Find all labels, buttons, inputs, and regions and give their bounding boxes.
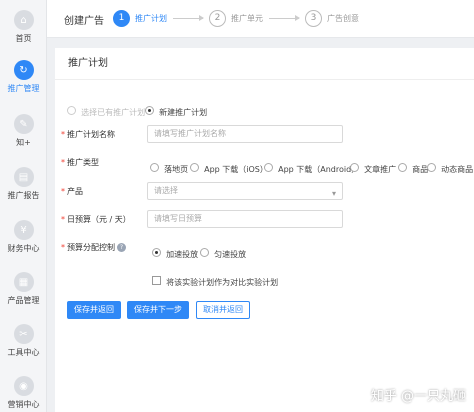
radio-label: 商品	[412, 165, 429, 174]
tools-icon: ✂	[13, 324, 34, 344]
radio-pacing-accelerated[interactable]: 加速投放	[152, 242, 198, 261]
topbar: 创建广告 1 推广计划 2 推广单元 3 广告创意	[47, 0, 474, 38]
radio-label: 匀速投放	[214, 250, 247, 259]
radio-label: App 下载（iOS）	[204, 165, 268, 174]
sidebar-item-label: 产品管理	[7, 296, 40, 305]
cancel-and-back-button[interactable]: 取消并返回	[196, 301, 250, 319]
sidebar: ⌂ 首页 ↻ 推广管理 ✎ 知+ ▤ 推广报告 ¥ 财务中心 ▦ 产品管理 ✂ …	[0, 0, 47, 412]
sidebar-item-label: 首页	[15, 34, 32, 43]
radio-pacing-even[interactable]: 匀速投放	[200, 242, 246, 261]
sidebar-item-promotion[interactable]: ↻ 推广管理	[0, 54, 47, 106]
sidebar-item-label: 推广报告	[7, 191, 40, 200]
step-label: 广告创意	[327, 13, 359, 23]
radio-label: 动态商品	[441, 165, 474, 174]
app-root: ⌂ 首页 ↻ 推广管理 ✎ 知+ ▤ 推广报告 ¥ 财务中心 ▦ 产品管理 ✂ …	[0, 0, 474, 412]
sidebar-item-tools[interactable]: ✂ 工具中心	[0, 318, 47, 370]
radio-circle	[398, 163, 407, 172]
plan-panel: 推广计划 选择已有推广计划 新建推广计划 * 推广计划名称 请填写推广计划名称 *…	[55, 48, 474, 412]
radio-circle	[190, 163, 199, 172]
radio-circle	[145, 106, 154, 115]
step-label: 推广计划	[135, 13, 167, 23]
step-creative: 3 广告创意	[305, 8, 359, 28]
sidebar-item-zhi-plus[interactable]: ✎ 知+	[0, 108, 47, 160]
page-title: 创建广告	[64, 16, 104, 27]
sidebar-item-product[interactable]: ▦ 产品管理	[0, 266, 47, 318]
step-arrow-icon	[269, 15, 300, 21]
checkbox-label: 将该实验计划作为对比实验计划	[166, 278, 279, 287]
save-and-back-button[interactable]: 保存并返回	[67, 301, 121, 319]
radio-label: 落地页	[164, 165, 189, 174]
radio-label: 加速投放	[166, 250, 199, 259]
radio-circle	[152, 248, 161, 257]
marketing-icon: ◉	[13, 376, 34, 396]
field-label-plan-name: * 推广计划名称	[61, 130, 115, 139]
sidebar-item-report[interactable]: ▤ 推广报告	[0, 161, 47, 213]
sidebar-item-finance[interactable]: ¥ 财务中心	[0, 214, 47, 266]
watermark: 知乎 @一只丸砸	[370, 389, 466, 404]
promotion-icon: ↻	[13, 60, 34, 80]
step-number: 3	[305, 9, 322, 27]
radio-existing-plan[interactable]: 选择已有推广计划	[67, 100, 145, 119]
radio-label: 新建推广计划	[159, 108, 208, 117]
field-label-budget: * 日预算（元 / 天）	[61, 215, 131, 224]
radio-circle	[150, 163, 159, 172]
radio-circle	[264, 163, 273, 172]
field-label-pacing: * 预算分配控制?	[61, 242, 126, 253]
select-placeholder: 请选择	[154, 186, 178, 195]
radio-circle	[350, 163, 359, 172]
experiment-checkbox[interactable]: 将该实验计划作为对比实验计划	[152, 270, 278, 289]
step-arrow-icon	[173, 15, 204, 21]
field-label-product: * 产品	[61, 187, 83, 196]
product-icon: ▦	[13, 272, 34, 292]
radio-label: 选择已有推广计划	[81, 108, 146, 117]
sidebar-item-label: 工具中心	[7, 348, 40, 357]
sidebar-item-label: 财务中心	[7, 244, 40, 253]
radio-type-goods[interactable]: 商品	[398, 157, 428, 176]
step-number: 2	[209, 9, 226, 27]
product-select[interactable]: 请选择 ▾	[147, 182, 343, 200]
radio-new-plan[interactable]: 新建推广计划	[145, 100, 207, 119]
report-icon: ▤	[13, 167, 34, 187]
sidebar-item-label: 推广管理	[7, 84, 40, 93]
radio-circle	[67, 106, 76, 115]
step-plan: 1 推广计划	[113, 8, 167, 28]
field-label-promotion-type: * 推广类型	[61, 158, 99, 167]
save-and-next-button[interactable]: 保存并下一步	[127, 301, 189, 319]
sidebar-item-label: 营销中心	[7, 400, 40, 409]
radio-type-android[interactable]: App 下载（Android）	[264, 157, 359, 176]
radio-circle	[427, 163, 436, 172]
sidebar-item-label: 知+	[16, 138, 31, 147]
step-unit: 2 推广单元	[209, 8, 263, 28]
chevron-down-icon: ▾	[331, 189, 336, 198]
daily-budget-input[interactable]: 请填写日预算	[147, 210, 343, 228]
plan-name-input[interactable]: 请填写推广计划名称	[147, 125, 343, 143]
radio-circle	[200, 248, 209, 257]
step-label: 推广单元	[231, 13, 263, 23]
home-icon: ⌂	[13, 10, 34, 30]
radio-label: App 下载（Android）	[278, 165, 360, 174]
sidebar-item-home[interactable]: ⌂ 首页	[0, 4, 47, 56]
radio-type-landing[interactable]: 落地页	[150, 157, 188, 176]
question-icon[interactable]: ?	[117, 243, 126, 252]
step-number: 1	[113, 9, 130, 27]
checkbox-box	[152, 276, 161, 285]
radio-type-dynamic-goods[interactable]: 动态商品	[427, 157, 473, 176]
finance-icon: ¥	[13, 220, 34, 240]
radio-label: 文章推广	[364, 165, 397, 174]
radio-type-ios[interactable]: App 下载（iOS）	[190, 157, 268, 176]
panel-title: 推广计划	[55, 48, 474, 80]
zhi-plus-icon: ✎	[13, 114, 34, 134]
sidebar-item-marketing[interactable]: ◉ 营销中心	[0, 370, 47, 412]
radio-type-article[interactable]: 文章推广	[350, 157, 396, 176]
